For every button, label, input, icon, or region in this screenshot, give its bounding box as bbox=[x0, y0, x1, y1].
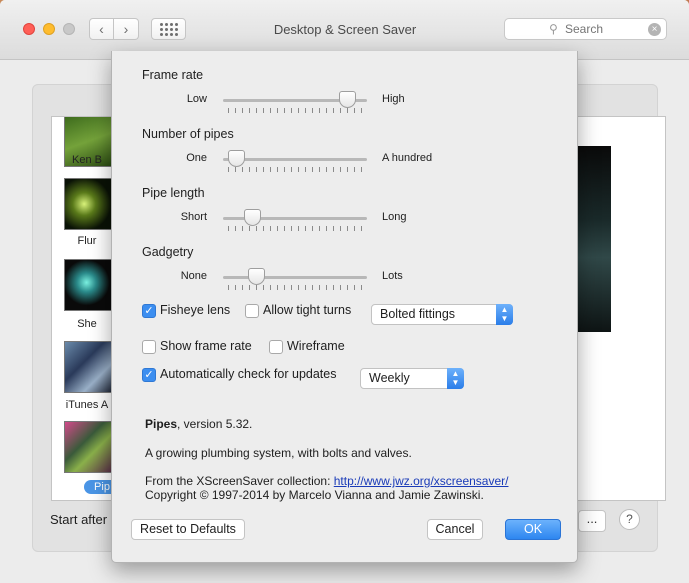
clear-search-icon[interactable]: × bbox=[648, 23, 661, 36]
frame-rate-slider[interactable] bbox=[223, 91, 367, 108]
frame-rate-min-label: Low bbox=[186, 93, 207, 105]
wireframe-label: Wireframe bbox=[287, 339, 345, 353]
chevron-updown-icon: ▲ ▼ bbox=[447, 368, 464, 389]
slider-knob[interactable] bbox=[338, 91, 356, 108]
saver-source: From the XScreenSaver collection: http:/… bbox=[145, 474, 508, 488]
wireframe-checkbox[interactable] bbox=[269, 340, 283, 354]
update-frequency-value: Weekly bbox=[369, 371, 410, 385]
number-of-pipes-min-label: One bbox=[186, 152, 207, 164]
zoom-window-button[interactable] bbox=[63, 23, 75, 35]
number-of-pipes-title: Number of pipes bbox=[142, 127, 234, 141]
minimize-window-button[interactable] bbox=[43, 23, 55, 35]
xscreensaver-link[interactable]: http://www.jwz.org/xscreensaver/ bbox=[334, 474, 509, 488]
grid-icon bbox=[159, 22, 178, 36]
forward-button[interactable]: › bbox=[114, 18, 139, 40]
gadgetry-title: Gadgetry bbox=[142, 245, 194, 259]
slider-ticks bbox=[228, 285, 362, 290]
chevron-right-icon: › bbox=[123, 21, 129, 37]
saver-version: , version 5.32. bbox=[177, 417, 253, 431]
ok-button[interactable]: OK bbox=[505, 519, 561, 540]
more-button[interactable]: ... bbox=[578, 510, 606, 532]
screen-saver-thumbnail[interactable] bbox=[64, 421, 114, 473]
slider-ticks bbox=[228, 108, 362, 113]
show-frame-rate-label: Show frame rate bbox=[160, 339, 252, 353]
chevron-left-icon: ‹ bbox=[99, 21, 104, 37]
pipe-length-min-label: Short bbox=[180, 211, 207, 223]
help-button[interactable]: ? bbox=[619, 509, 640, 530]
search-icon: ⚲ bbox=[549, 22, 558, 36]
saver-description: A growing plumbing system, with bolts an… bbox=[145, 446, 412, 460]
window-title: Desktop & Screen Saver bbox=[273, 22, 417, 37]
pipe-length-max-label: Long bbox=[382, 211, 407, 223]
saver-info-title: Pipes, version 5.32. bbox=[145, 417, 252, 431]
auto-check-updates-label: Automatically check for updates bbox=[160, 367, 337, 381]
saver-copyright: Copyright © 1997-2014 by Marcelo Vianna … bbox=[145, 488, 484, 502]
screen-saver-thumbnail[interactable] bbox=[64, 341, 114, 393]
saver-source-text: From the XScreenSaver collection: bbox=[145, 474, 334, 488]
auto-check-updates-checkbox[interactable]: ✓ bbox=[142, 368, 156, 382]
pipe-length-slider[interactable] bbox=[223, 209, 367, 226]
back-button[interactable]: ‹ bbox=[89, 18, 114, 40]
gadgetry-min-label: None bbox=[180, 270, 207, 282]
allow-tight-turns-label: Allow tight turns bbox=[263, 303, 352, 317]
cancel-button[interactable]: Cancel bbox=[427, 519, 483, 540]
fittings-select-value: Bolted fittings bbox=[380, 307, 456, 321]
gadgetry-max-label: Lots bbox=[382, 270, 403, 282]
window: ‹ › Desktop & Screen Saver ⚲ × Ken B Flu… bbox=[0, 0, 689, 583]
pipe-length-title: Pipe length bbox=[142, 186, 205, 200]
search-field[interactable]: ⚲ × bbox=[504, 18, 667, 40]
fisheye-lens-label: Fisheye lens bbox=[160, 303, 231, 317]
screen-saver-thumbnail[interactable] bbox=[64, 259, 114, 311]
number-of-pipes-slider[interactable] bbox=[223, 150, 367, 167]
show-all-button[interactable] bbox=[151, 18, 186, 40]
allow-tight-turns-checkbox[interactable] bbox=[245, 304, 259, 318]
update-frequency-select[interactable]: Weekly ▲ ▼ bbox=[360, 368, 464, 389]
slider-knob[interactable] bbox=[248, 268, 266, 285]
fittings-select[interactable]: Bolted fittings ▲ ▼ bbox=[371, 304, 513, 325]
number-of-pipes-max-label: A hundred bbox=[382, 152, 433, 164]
reset-to-defaults-button[interactable]: Reset to Defaults bbox=[131, 519, 245, 540]
slider-knob[interactable] bbox=[243, 209, 261, 226]
preview-image bbox=[577, 146, 611, 332]
slider-ticks bbox=[228, 167, 362, 172]
frame-rate-max-label: High bbox=[382, 93, 405, 105]
chevron-updown-icon: ▲ ▼ bbox=[496, 304, 513, 325]
frame-rate-title: Frame rate bbox=[142, 68, 204, 82]
show-frame-rate-checkbox[interactable] bbox=[142, 340, 156, 354]
search-input[interactable] bbox=[565, 22, 645, 36]
screen-saver-thumbnail[interactable] bbox=[64, 178, 114, 230]
screen-saver-options-sheet: Frame rate Low High Number of pipes One … bbox=[111, 51, 578, 563]
saver-name: Pipes bbox=[145, 417, 178, 431]
fisheye-lens-checkbox[interactable]: ✓ bbox=[142, 304, 156, 318]
slider-knob[interactable] bbox=[227, 150, 245, 167]
slider-ticks bbox=[228, 226, 362, 231]
close-window-button[interactable] bbox=[23, 23, 35, 35]
start-after-label: Start after bbox=[50, 512, 108, 527]
gadgetry-slider[interactable] bbox=[223, 268, 367, 285]
